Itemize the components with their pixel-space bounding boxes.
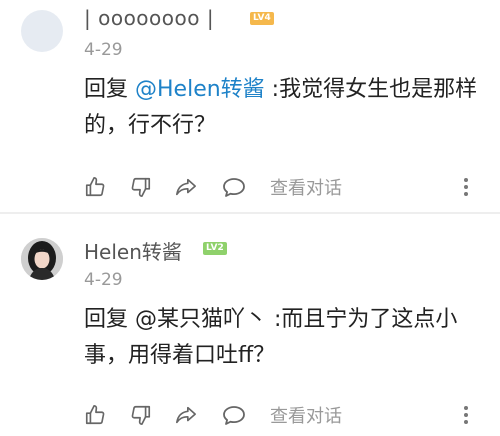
avatar[interactable] [21, 10, 63, 52]
like-button[interactable] [82, 400, 108, 430]
reply-prefix: 回复 [84, 77, 135, 102]
share-icon [176, 178, 196, 196]
reply-button[interactable] [221, 400, 247, 430]
comment-text: 回复 @Helen转酱 :我觉得女生也是那样的，行不行？ [84, 72, 484, 144]
reply-button[interactable] [221, 172, 247, 202]
view-dialog-link[interactable]: 查看对话 [270, 400, 360, 430]
mention-link[interactable]: @某只猫吖丶 [135, 307, 267, 332]
reply-prefix: 回复 [84, 307, 135, 332]
like-button[interactable] [82, 172, 108, 202]
username[interactable]: Helen转酱 [84, 236, 182, 265]
comment-date: 4-29 [84, 270, 123, 290]
comment-item: | oooooooo | LV4 4-29 回复 @Helen转酱 :我觉得女生… [0, 0, 500, 212]
avatar[interactable] [21, 238, 63, 280]
comment-actions: 查看对话 [80, 172, 490, 202]
more-button[interactable] [460, 400, 472, 430]
level-badge: LV4 [250, 12, 274, 25]
thumbs-up-icon [85, 177, 105, 197]
dislike-button[interactable] [128, 400, 154, 430]
thumbs-down-icon [131, 405, 151, 425]
more-vertical-icon [464, 178, 468, 196]
view-dialog-link[interactable]: 查看对话 [270, 172, 360, 202]
username[interactable]: | oooooooo | [84, 6, 214, 30]
comment-icon [223, 178, 245, 197]
share-button[interactable] [173, 172, 199, 202]
level-badge: LV2 [203, 242, 227, 255]
mention-link[interactable]: @Helen转酱 [135, 77, 265, 102]
comment-text: 回复 @某只猫吖丶 :而且宁为了这点小事，用得着口吐ff？ [84, 302, 484, 374]
comment-icon [223, 406, 245, 425]
share-button[interactable] [173, 400, 199, 430]
comment-date: 4-29 [84, 40, 123, 60]
thumbs-down-icon [131, 177, 151, 197]
comment-actions: 查看对话 [80, 400, 490, 430]
more-vertical-icon [464, 406, 468, 424]
more-button[interactable] [460, 172, 472, 202]
dislike-button[interactable] [128, 172, 154, 202]
thumbs-up-icon [85, 405, 105, 425]
share-icon [176, 406, 196, 424]
comment-item: Helen转酱 LV2 4-29 回复 @某只猫吖丶 :而且宁为了这点小事，用得… [0, 214, 500, 436]
